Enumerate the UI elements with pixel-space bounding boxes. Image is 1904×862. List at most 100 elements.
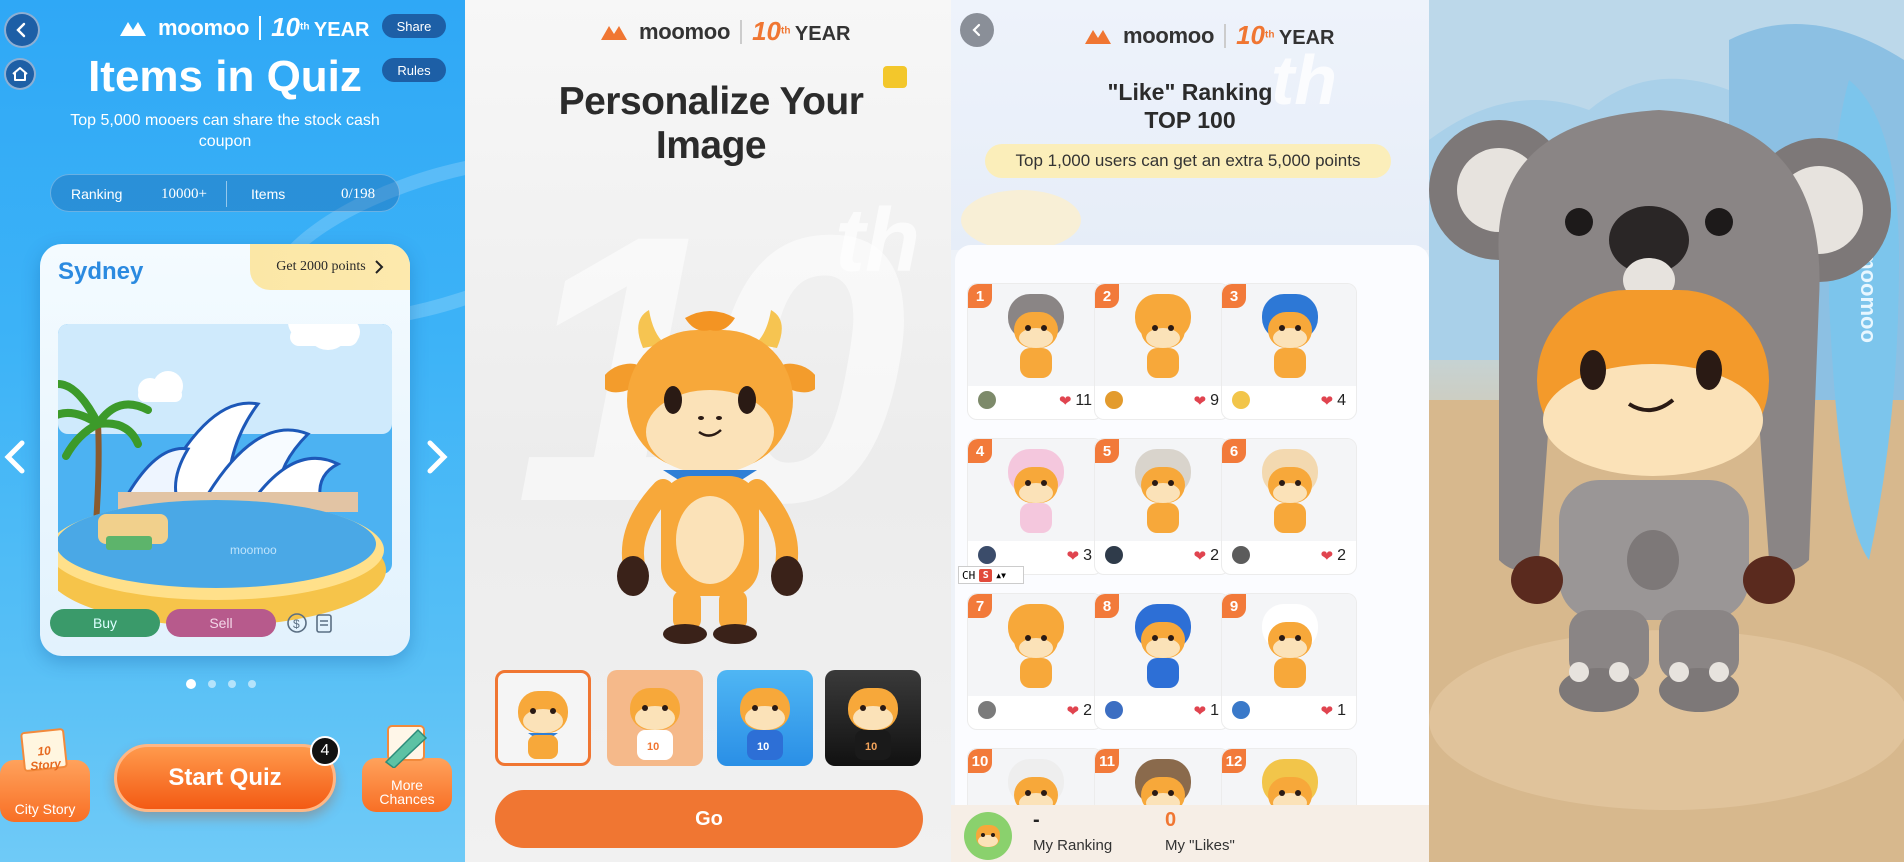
get-points-button[interactable]: Get 2000 points [250,244,410,290]
scene-watermark: moomoo [230,543,277,557]
ranking-card[interactable]: 5 ❤ 2 [1094,438,1230,575]
next-city-arrow-icon[interactable] [424,440,450,474]
user-avatar[interactable] [978,546,996,564]
ranking-card[interactable]: 3 ❤ 4 [1221,283,1357,420]
get-points-label: Get 2000 points [276,259,366,274]
go-button[interactable]: Go [495,790,923,848]
rank-number: 5 [1095,439,1119,463]
back-button[interactable] [4,12,40,48]
pencil-icon [384,725,428,768]
outfit-option-10th-shirt[interactable]: 10 [607,670,703,766]
ranking-label: Ranking [71,186,123,202]
title-line-2: TOP 100 [1144,107,1236,133]
user-avatar[interactable] [1105,701,1123,719]
likes-count[interactable]: ❤ 2 [1321,547,1346,565]
ranking-card[interactable]: 2 ❤ 9 [1094,283,1230,420]
stats-bar: Ranking 10000+ Items 0/198 [50,174,400,212]
user-avatar[interactable] [1105,391,1123,409]
outfit-option-black-shirt[interactable]: 10 [825,670,921,766]
more-chances-button[interactable]: More Chances [362,725,452,812]
city-story-label: City Story [14,801,76,817]
heart-icon: ❤ [1066,548,1080,565]
heart-icon: ❤ [1193,393,1207,410]
rank-number: 1 [968,284,992,308]
buy-button[interactable]: Buy [50,609,160,637]
likes-value: 4 [1337,392,1346,409]
user-avatar[interactable] [978,391,996,409]
anniversary-mark: 10th YEAR [271,12,369,43]
likes-count[interactable]: ❤ 1 [1321,702,1346,720]
page-subtitle: Top 5,000 mooers can share the stock cas… [70,112,380,150]
anniversary-mark: 10th YEAR [1236,20,1334,51]
heart-icon: ❤ [1058,393,1072,410]
carousel-dot[interactable] [208,680,216,688]
brand-logo: moomoo 10th YEAR [118,12,369,43]
avatar[interactable] [963,811,1013,861]
ranking-card[interactable]: 9 ❤ 1 [1221,593,1357,730]
city-name: Sydney [58,258,144,285]
rank-number: 4 [968,439,992,463]
ranking-card[interactable]: 1 ❤ 11 [967,283,1103,420]
carousel-dot[interactable] [186,679,196,689]
page-title: Items in Quiz [88,52,362,101]
anniversary-mark: 10th YEAR [752,16,850,47]
start-quiz-button[interactable]: Start Quiz [114,744,336,812]
likes-count[interactable]: ❤ 3 [1067,547,1092,565]
carousel-dot[interactable] [248,680,256,688]
anniversary-suffix: th [781,25,791,37]
coin-decoration [961,190,1081,250]
my-likes-label: My "Likes" [1165,837,1235,854]
outfit-option-blue-scarf[interactable] [495,670,591,766]
likes-value: 2 [1337,547,1346,564]
user-avatar[interactable] [978,701,996,719]
ime-toggle-icon: ▲▼ [996,570,1006,580]
likes-count[interactable]: ❤ 2 [1194,547,1219,565]
carousel-dot[interactable] [228,680,236,688]
heart-icon: ❤ [1320,393,1334,410]
input-method-indicator[interactable]: CH S ▲▼ [958,566,1024,584]
cow-thumbnail-icon [518,691,568,759]
user-avatar[interactable] [1232,701,1250,719]
remaining-chances-badge: 4 [310,736,340,766]
rank-number: 9 [1222,594,1246,618]
back-button[interactable] [960,13,994,47]
ranking-card[interactable]: 4 ❤ 3 [967,438,1103,575]
rank-number: 2 [1095,284,1119,308]
previous-city-arrow-icon[interactable] [2,440,28,474]
sell-button[interactable]: Sell [166,609,276,637]
likes-value: 9 [1210,392,1219,409]
chat-icon[interactable] [883,66,907,88]
sydney-opera-house-illustration: moomoo [58,324,392,626]
user-avatar[interactable] [1232,391,1250,409]
background-suffix: th [835,191,920,291]
ranking-grid: 1 ❤ 11 2 ❤ 9 3 ❤ 4 4 ❤ 3 5 ❤ 2 6 ❤ 2 7 ❤ 2 8 ❤ 1 9 ❤ 1 10 11 12 [955,245,1429,862]
outfit-option-blue-shirt[interactable]: 10 [717,670,813,766]
rank-number: 10 [968,749,992,773]
moomoo-logo-icon [120,21,146,36]
chevron-left-icon [16,22,26,38]
ranking-card[interactable]: 8 ❤ 1 [1094,593,1230,730]
user-avatar[interactable] [1105,546,1123,564]
anniversary-number: 10 [271,12,300,42]
clipboard-icon[interactable] [314,612,334,634]
chevron-right-icon [375,260,384,274]
likes-count[interactable]: ❤ 1 [1194,702,1219,720]
anniversary-word: YEAR [313,19,370,41]
dollar-icon[interactable]: $ [286,612,308,634]
user-avatar[interactable] [1232,546,1250,564]
likes-count[interactable]: ❤ 11 [1059,392,1092,410]
my-stats-footer: - My Ranking 0 My "Likes" [951,805,1429,862]
city-story-button[interactable]: 10 Story City Story [0,727,90,822]
likes-count[interactable]: ❤ 4 [1321,392,1346,410]
title-line-1: "Like" Ranking [1107,79,1273,105]
likes-count[interactable]: ❤ 2 [1067,702,1092,720]
more-chances-label: More Chances [379,777,435,807]
anniversary-number: 10 [752,16,781,46]
share-button[interactable]: Share [382,14,446,38]
likes-count[interactable]: ❤ 9 [1194,392,1219,410]
my-likes-value: 0 [1165,809,1177,831]
ranking-card[interactable]: 7 ❤ 2 [967,593,1103,730]
ranking-card[interactable]: 6 ❤ 2 [1221,438,1357,575]
brand-logo: moomoo 10th YEAR [599,16,850,47]
city-card[interactable]: Sydney Get 2000 points moomoo Buy Sell $ [40,244,410,656]
